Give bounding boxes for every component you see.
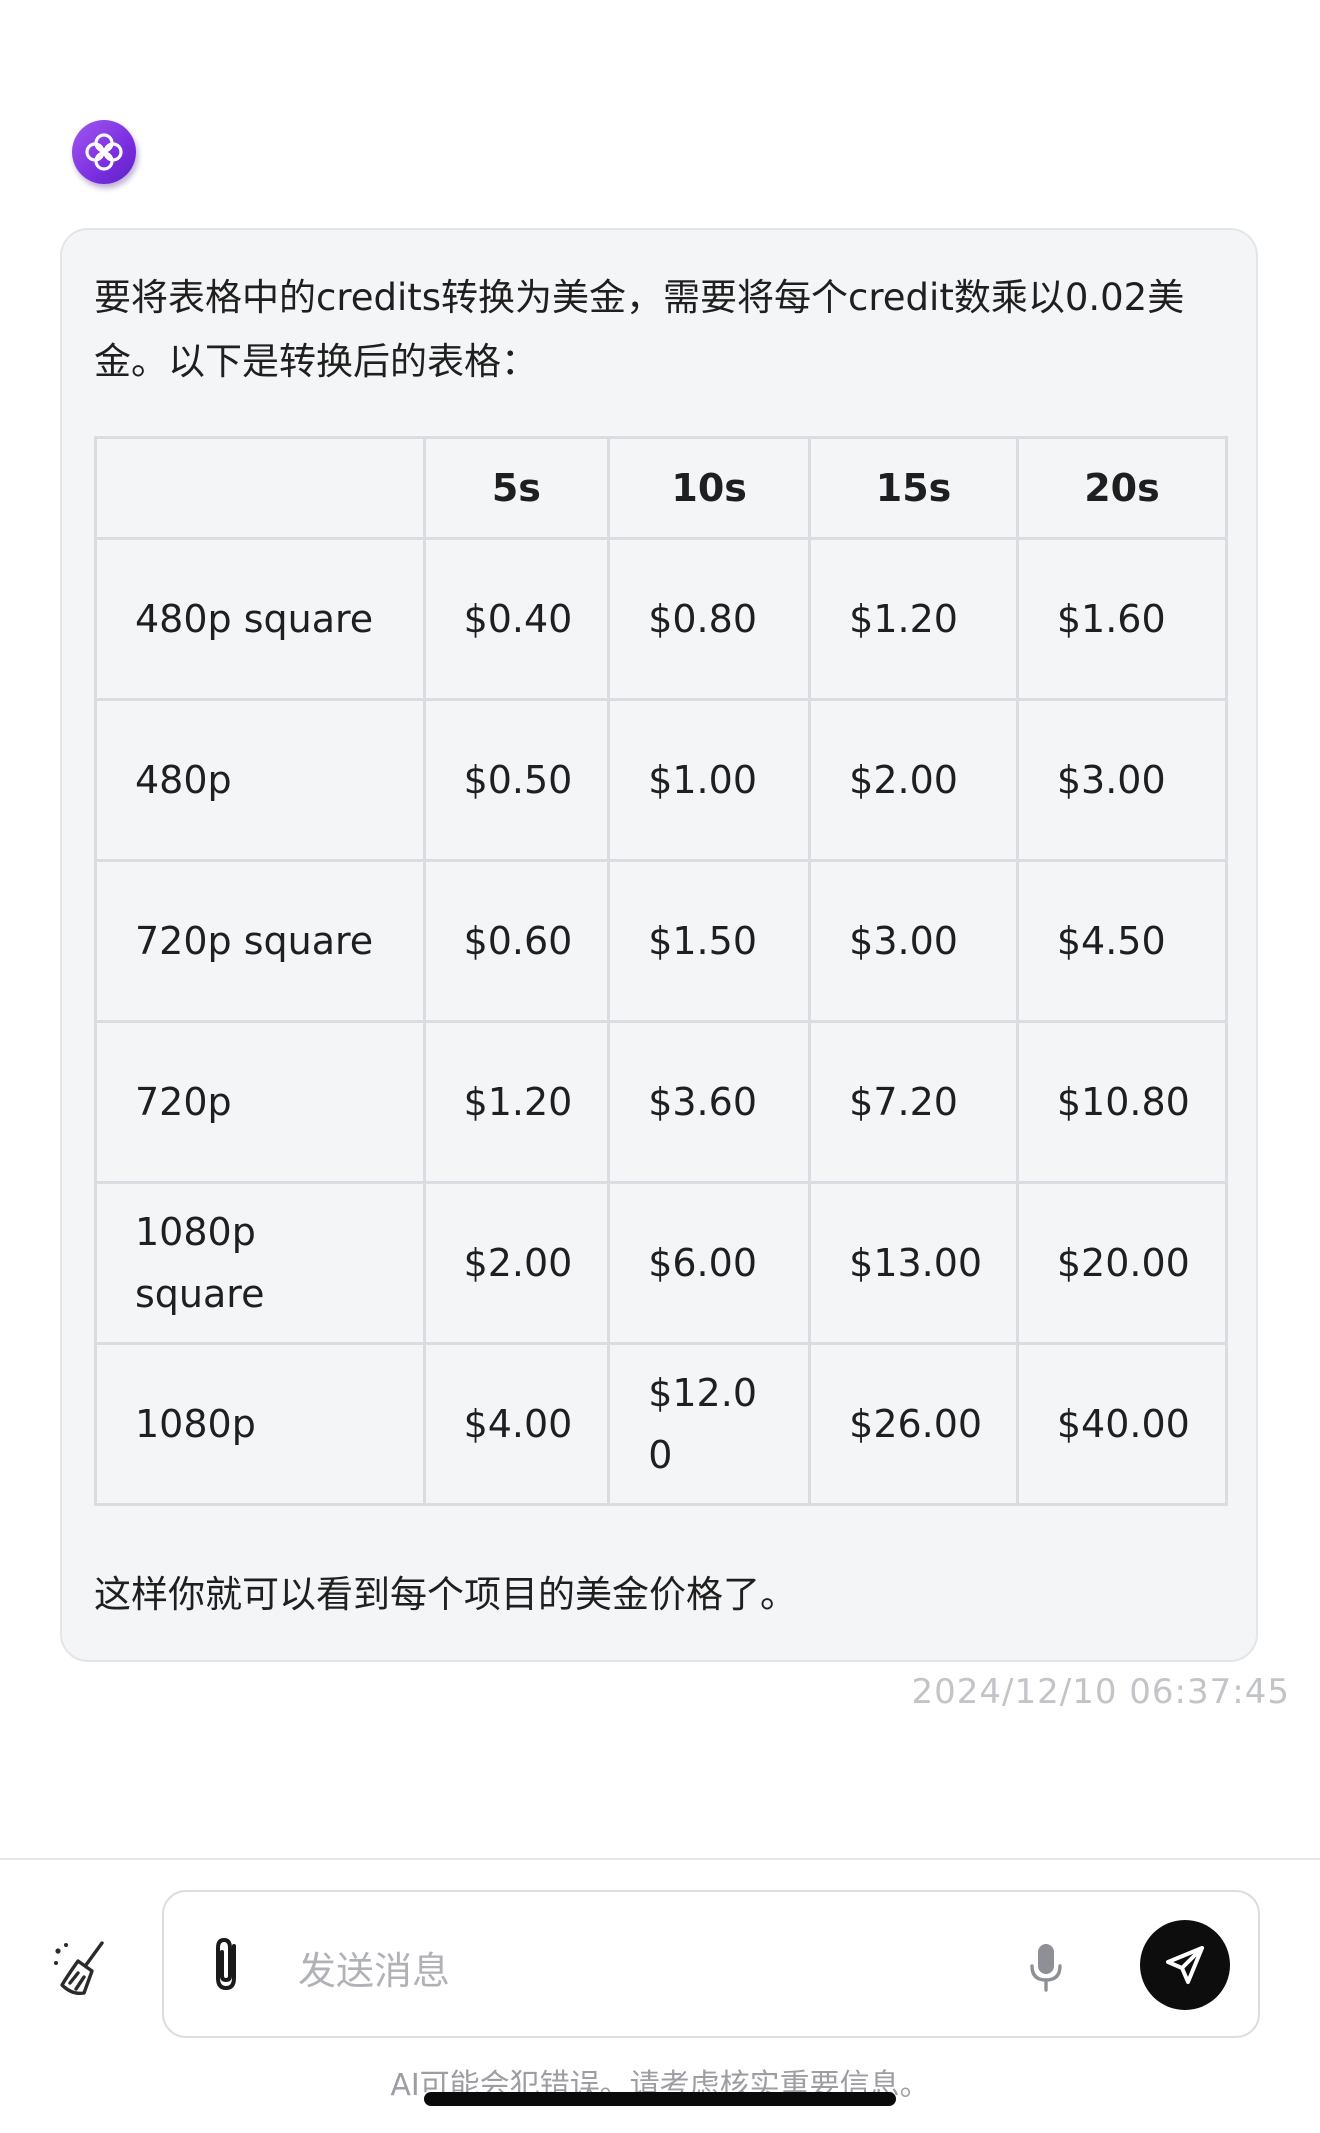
assistant-avatar (72, 120, 136, 184)
table-header-cell: 15s (808, 436, 1019, 540)
table-row: 720p $1.20 $3.60 $7.20 $10.80 (94, 1020, 1229, 1184)
table-cell: $10.80 (1015, 1020, 1229, 1184)
table-row: 1080p $4.00 $12.00 $26.00 $40.00 (94, 1342, 1229, 1506)
row-label: 480p (94, 698, 426, 862)
table-cell: $6.00 (607, 1181, 812, 1345)
table-cell: $1.50 (607, 859, 812, 1023)
row-label: 480p square (94, 537, 426, 701)
assistant-logo-icon (85, 133, 123, 171)
row-label: 720p (94, 1020, 426, 1184)
table-cell: $40.00 (1015, 1342, 1229, 1506)
table-cell: $0.50 (422, 698, 611, 862)
send-arrow-icon (1166, 1946, 1204, 1984)
table-header-cell: 5s (422, 436, 611, 540)
table-cell: $3.60 (607, 1020, 812, 1184)
table-cell: $26.00 (808, 1342, 1019, 1506)
home-indicator[interactable] (424, 2092, 896, 2106)
table-header-row: 5s 10s 15s 20s (94, 436, 1229, 540)
message-input-box[interactable]: 发送消息 (162, 1890, 1260, 2038)
table-cell: $3.00 (808, 859, 1019, 1023)
table-row: 720p square $0.60 $1.50 $3.00 $4.50 (94, 859, 1229, 1023)
row-label: 1080p square (94, 1181, 426, 1345)
assistant-message-bubble: 要将表格中的credits转换为美金，需要将每个credit数乘以0.02美金。… (60, 228, 1258, 1662)
table-cell: $0.60 (422, 859, 611, 1023)
table-cell: $1.60 (1015, 537, 1229, 701)
microphone-icon (1030, 1944, 1062, 1992)
table-header-cell: 10s (607, 436, 812, 540)
message-input-placeholder[interactable]: 发送消息 (298, 1940, 450, 1995)
table-header-cell: 20s (1015, 436, 1229, 540)
voice-input-button[interactable] (1026, 1940, 1066, 1994)
table-cell: $1.20 (422, 1020, 611, 1184)
table-cell: $0.40 (422, 537, 611, 701)
table-row: 480p square $0.40 $0.80 $1.20 $1.60 (94, 537, 1229, 701)
row-label: 1080p (94, 1342, 426, 1506)
table-cell: $2.00 (422, 1181, 611, 1345)
table-cell: $0.80 (607, 537, 812, 701)
row-label: 720p square (94, 859, 426, 1023)
table-cell: $12.00 (607, 1342, 812, 1506)
attach-button[interactable] (198, 1932, 254, 1998)
composer-divider (0, 1858, 1320, 1860)
table-cell: $1.20 (808, 537, 1019, 701)
price-table: 5s 10s 15s 20s 480p square $0.40 $0.80 $… (94, 436, 1229, 1506)
paperclip-icon (216, 1937, 236, 1991)
message-closing: 这样你就可以看到每个项目的美金价格了。 (94, 1573, 797, 1616)
table-header-cell (94, 436, 426, 540)
clear-chat-button[interactable] (46, 1935, 116, 2005)
message-timestamp: 2024/12/10 06:37:45 (911, 1672, 1290, 1712)
table-cell: $1.00 (607, 698, 812, 862)
table-cell: $2.00 (808, 698, 1019, 862)
send-button[interactable] (1140, 1920, 1230, 2010)
table-cell: $3.00 (1015, 698, 1229, 862)
broom-icon (54, 1941, 104, 1996)
message-intro: 要将表格中的credits转换为美金，需要将每个credit数乘以0.02美金。… (94, 276, 1185, 383)
table-cell: $20.00 (1015, 1181, 1229, 1345)
table-cell: $7.20 (808, 1020, 1019, 1184)
table-row: 1080p square $2.00 $6.00 $13.00 $20.00 (94, 1181, 1229, 1345)
table-cell: $4.00 (422, 1342, 611, 1506)
table-row: 480p $0.50 $1.00 $2.00 $3.00 (94, 698, 1229, 862)
table-cell: $4.50 (1015, 859, 1229, 1023)
table-cell: $13.00 (808, 1181, 1019, 1345)
